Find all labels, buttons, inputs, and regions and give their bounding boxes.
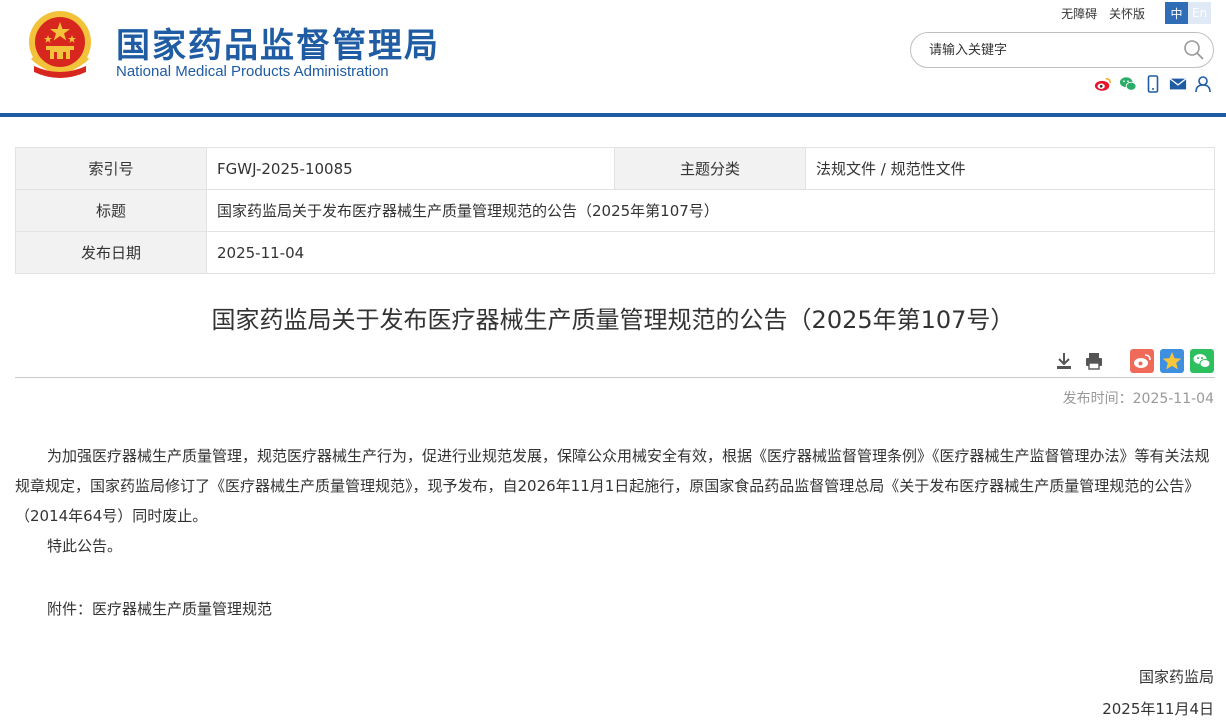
- table-row: 标题 国家药监局关于发布医疗器械生产质量管理规范的公告（2025年第107号）: [15, 189, 1215, 232]
- publish-time: 发布时间：2025-11-04: [1063, 388, 1214, 408]
- publish-time-label: 发布时间：: [1062, 391, 1133, 407]
- signature-date: 2025年11月4日: [1102, 700, 1214, 718]
- site-subtitle: National Medical Products Administration: [116, 63, 389, 80]
- body-paragraph: 为加强医疗器械生产质量管理，规范医疗器械生产行为，促进行业规范发展，保障公众用械…: [15, 447, 1210, 525]
- search-input[interactable]: [929, 33, 1169, 67]
- print-icon[interactable]: [1082, 349, 1106, 373]
- table-row: 发布日期 2025-11-04: [15, 231, 1215, 274]
- index-value: FGWJ-2025-10085: [206, 147, 615, 190]
- user-icon[interactable]: [1194, 75, 1212, 93]
- document-meta-table: 索引号 FGWJ-2025-10085 主题分类 法规文件 / 规范性文件 标题…: [15, 147, 1215, 274]
- signature-org: 国家药监局: [1138, 668, 1214, 686]
- national-emblem-icon: [29, 11, 91, 78]
- wechat-icon[interactable]: [1119, 75, 1137, 93]
- category-label: 主题分类: [614, 147, 806, 190]
- table-row: 索引号 FGWJ-2025-10085 主题分类 法规文件 / 规范性文件: [15, 147, 1215, 190]
- attachment-link[interactable]: 附件：医疗器械生产质量管理规范: [47, 598, 272, 619]
- site-header: 国家药品监督管理局 National Medical Products Admi…: [0, 0, 1226, 113]
- header-share-icons: [1094, 75, 1212, 93]
- weibo-icon[interactable]: [1094, 75, 1112, 93]
- article-body: 为加强医疗器械生产质量管理，规范医疗器械生产行为，促进行业规范发展，保障公众用械…: [15, 441, 1215, 561]
- lang-cn-button[interactable]: 中: [1165, 2, 1188, 24]
- accessibility-link[interactable]: 无障碍: [1061, 7, 1097, 21]
- top-links: 无障碍 关怀版: [1053, 5, 1145, 22]
- search-icon[interactable]: [1183, 39, 1205, 61]
- language-switch: 中 En: [1165, 2, 1211, 24]
- date-label: 发布日期: [15, 231, 207, 274]
- body-paragraph: 特此公告。: [47, 537, 123, 555]
- download-icon[interactable]: [1052, 349, 1076, 373]
- header-divider: [0, 113, 1226, 117]
- article-title: 国家药监局关于发布医疗器械生产质量管理规范的公告（2025年第107号）: [211, 306, 1015, 334]
- title-label: 标题: [15, 189, 207, 232]
- wechat-share-icon[interactable]: [1190, 349, 1214, 373]
- article-divider: [15, 377, 1215, 378]
- category-value: 法规文件 / 规范性文件: [805, 147, 1215, 190]
- qzone-share-icon[interactable]: [1160, 349, 1184, 373]
- article-tools: [1052, 349, 1214, 373]
- mail-icon[interactable]: [1169, 75, 1187, 93]
- date-value: 2025-11-04: [206, 231, 1215, 274]
- weibo-share-icon[interactable]: [1130, 349, 1154, 373]
- site-title[interactable]: 国家药品监督管理局: [116, 18, 440, 67]
- title-value: 国家药监局关于发布医疗器械生产质量管理规范的公告（2025年第107号）: [206, 189, 1215, 232]
- publish-time-value: 2025-11-04: [1132, 391, 1214, 407]
- index-label: 索引号: [15, 147, 207, 190]
- mobile-icon[interactable]: [1144, 75, 1162, 93]
- lang-en-button[interactable]: En: [1188, 2, 1211, 24]
- care-version-link[interactable]: 关怀版: [1109, 7, 1145, 21]
- search-box: [910, 32, 1214, 68]
